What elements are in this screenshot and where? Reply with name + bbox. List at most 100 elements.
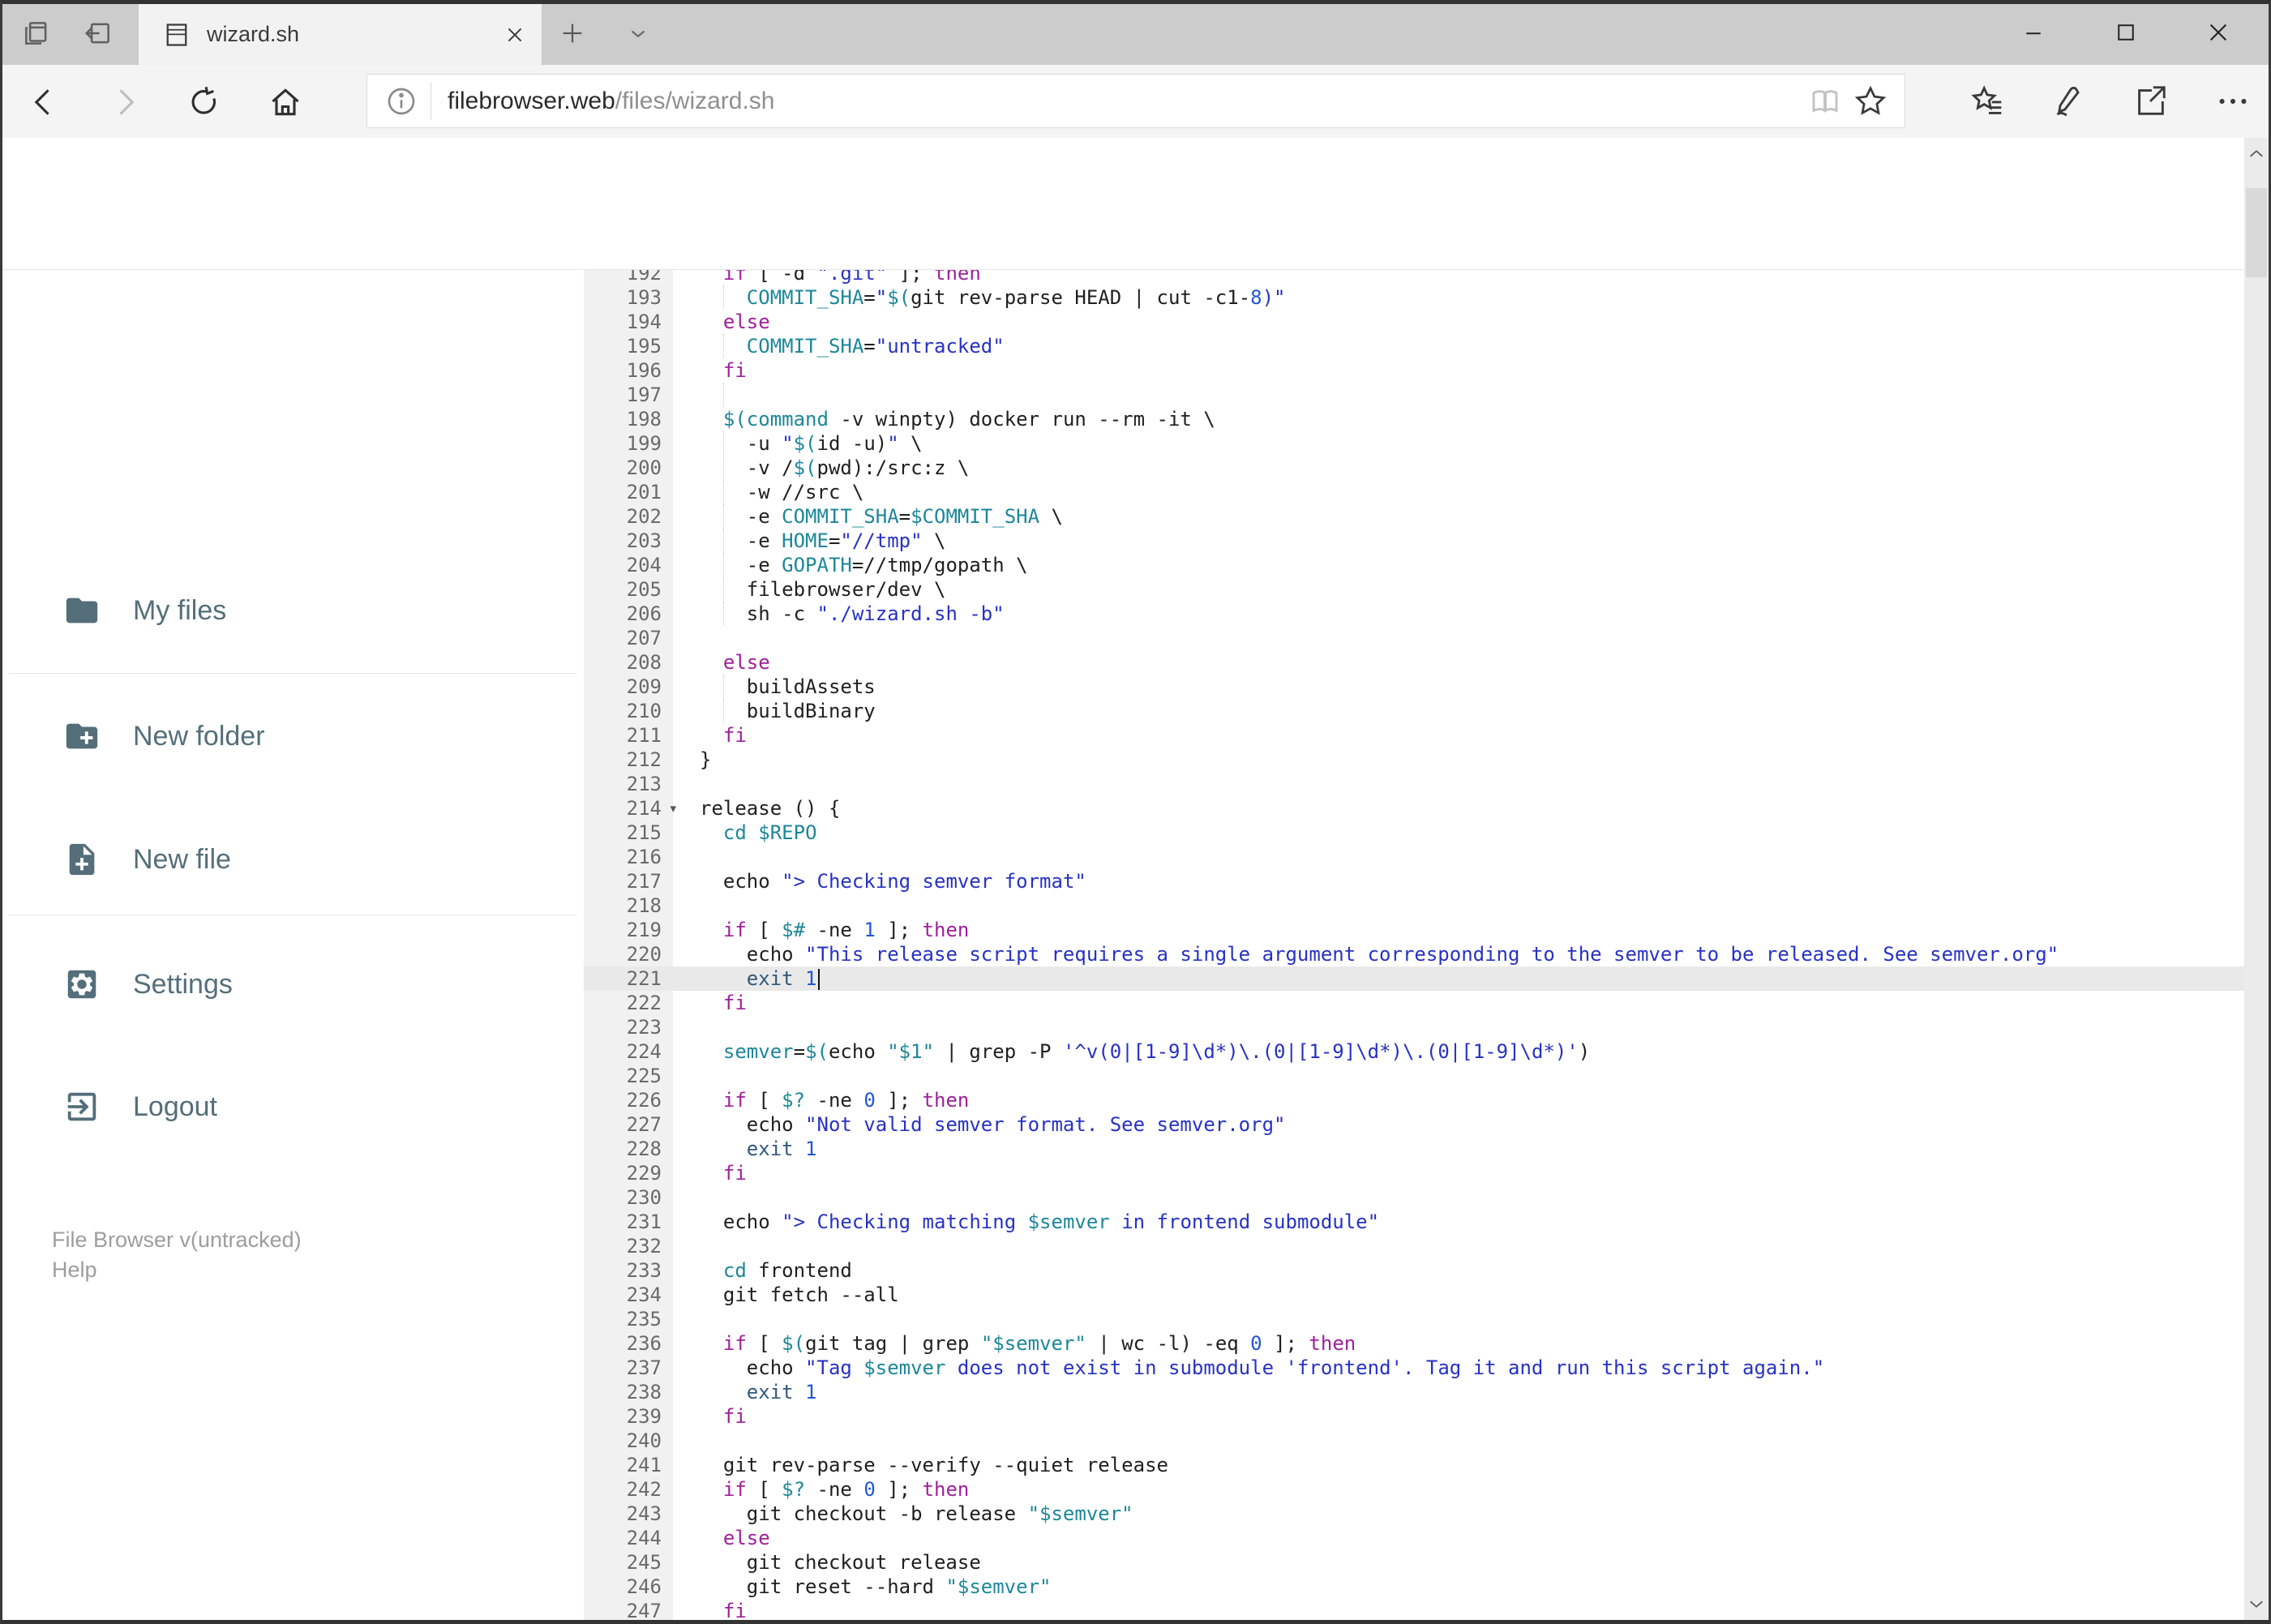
- code-line-221[interactable]: 221 exit 1: [584, 966, 2244, 991]
- code-line-218[interactable]: 218: [584, 893, 2244, 918]
- code-text: if [ $# -ne 1 ]; then: [722, 919, 970, 941]
- code-line-224[interactable]: 224 semver=$(echo "$1" | grep -P '^v(0|[…: [584, 1039, 2244, 1064]
- code-line-217[interactable]: 217 echo "> Checking semver format": [584, 869, 2244, 893]
- browser-tab[interactable]: wizard.sh: [139, 4, 542, 65]
- code-line-195[interactable]: 195 COMMIT_SHA="untracked": [584, 334, 2244, 358]
- line-number: 211: [584, 723, 673, 748]
- set-tabs-aside-icon[interactable]: [79, 15, 117, 52]
- code-line-244[interactable]: 244 else: [584, 1526, 2244, 1550]
- new-tab-button[interactable]: [554, 15, 591, 52]
- sidebar-item-new-folder[interactable]: New folder: [2, 700, 570, 773]
- code-line-242[interactable]: 242 if [ $? -ne 0 ]; then: [584, 1477, 2244, 1502]
- code-line-237[interactable]: 237 echo "Tag $semver does not exist in …: [584, 1356, 2244, 1380]
- site-info-icon[interactable]: [385, 85, 418, 118]
- scroll-down-arrow-icon[interactable]: [2244, 1588, 2269, 1620]
- code-text: cd frontend: [722, 1259, 852, 1282]
- code-line-207[interactable]: 207: [584, 626, 2244, 650]
- code-line-208[interactable]: 208 else: [584, 650, 2244, 675]
- minimize-button[interactable]: [1991, 10, 2076, 55]
- sidebar-item-new-file[interactable]: New file: [2, 823, 570, 896]
- tab-dropdown-chevron-icon[interactable]: [619, 15, 657, 52]
- favorite-star-icon[interactable]: [1848, 79, 1893, 124]
- code-line-211[interactable]: 211 fi: [584, 723, 2244, 748]
- code-line-220[interactable]: 220 echo "This release script requires a…: [584, 942, 2244, 966]
- back-button[interactable]: [19, 83, 68, 122]
- code-text: else: [722, 651, 770, 674]
- sidebar-item-logout[interactable]: Logout: [2, 1070, 570, 1143]
- code-line-232[interactable]: 232: [584, 1234, 2244, 1258]
- code-line-204[interactable]: 204 -e GOPATH=//tmp/gopath \: [584, 553, 2244, 577]
- code-line-212[interactable]: 212}: [584, 748, 2244, 772]
- page-scrollbar[interactable]: [2244, 138, 2269, 1620]
- code-line-223[interactable]: 223: [584, 1015, 2244, 1039]
- code-line-234[interactable]: 234 git fetch --all: [584, 1283, 2244, 1307]
- code-line-219[interactable]: 219 if [ $# -ne 1 ]; then: [584, 918, 2244, 942]
- code-line-194[interactable]: 194 else: [584, 310, 2244, 334]
- code-line-202[interactable]: 202 -e COMMIT_SHA=$COMMIT_SHA \: [584, 504, 2244, 529]
- scrollbar-thumb[interactable]: [2246, 188, 2267, 277]
- code-line-213[interactable]: 213: [584, 772, 2244, 796]
- code-line-245[interactable]: 245 git checkout release: [584, 1550, 2244, 1575]
- code-line-229[interactable]: 229 fi: [584, 1161, 2244, 1185]
- sidebar-divider: [9, 673, 576, 674]
- sidebar-item-label: Settings: [133, 968, 233, 1000]
- code-line-239[interactable]: 239 fi: [584, 1404, 2244, 1429]
- code-line-226[interactable]: 226 if [ $? -ne 0 ]; then: [584, 1088, 2244, 1112]
- code-line-233[interactable]: 233 cd frontend: [584, 1258, 2244, 1283]
- code-line-215[interactable]: 215 cd $REPO: [584, 821, 2244, 845]
- code-line-203[interactable]: 203 -e HOME="//tmp" \: [584, 529, 2244, 553]
- code-line-214[interactable]: 214 ▾ release () {: [584, 796, 2244, 821]
- code-line-241[interactable]: 241 git rev-parse --verify --quiet relea…: [584, 1453, 2244, 1477]
- help-link[interactable]: Help: [52, 1255, 302, 1285]
- text-cursor: [817, 969, 820, 990]
- forward-button[interactable]: [101, 83, 149, 122]
- code-line-200[interactable]: 200 -v /$(pwd):/src:z \: [584, 456, 2244, 480]
- code-editor[interactable]: 192 if [ -d ".git" ]; then 193 COMMIT_SHA…: [584, 270, 2244, 1620]
- code-line-216[interactable]: 216: [584, 845, 2244, 869]
- code-line-210[interactable]: 210 buildBinary: [584, 699, 2244, 723]
- code-line-198[interactable]: 198 $(command -v winpty) docker run --rm…: [584, 407, 2244, 431]
- code-line-236[interactable]: 236 if [ $(git tag | grep "$semver" | wc…: [584, 1331, 2244, 1356]
- code-line-225[interactable]: 225: [584, 1064, 2244, 1088]
- refresh-button[interactable]: [180, 83, 229, 122]
- code-line-197[interactable]: 197: [584, 383, 2244, 407]
- code-line-205[interactable]: 205 filebrowser/dev \: [584, 577, 2244, 602]
- code-line-227[interactable]: 227 echo "Not valid semver format. See s…: [584, 1112, 2244, 1137]
- sidebar-item-settings[interactable]: Settings: [2, 948, 570, 1021]
- code-line-230[interactable]: 230: [584, 1185, 2244, 1210]
- code-line-206[interactable]: 206 sh -c "./wizard.sh -b": [584, 602, 2244, 626]
- code-line-196[interactable]: 196 fi: [584, 358, 2244, 383]
- code-text: -w //src \: [700, 480, 864, 504]
- maximize-button[interactable]: [2084, 10, 2168, 55]
- code-line-235[interactable]: 235: [584, 1307, 2244, 1331]
- code-line-192[interactable]: 192 if [ -d ".git" ]; then: [584, 270, 2244, 285]
- tab-preview-icon[interactable]: [18, 15, 55, 52]
- code-line-240[interactable]: 240: [584, 1429, 2244, 1453]
- code-line-243[interactable]: 243 git checkout -b release "$semver": [584, 1502, 2244, 1526]
- reading-view-book-icon[interactable]: [1802, 79, 1848, 124]
- scroll-up-arrow-icon[interactable]: [2244, 138, 2269, 170]
- share-icon[interactable]: [2124, 79, 2176, 123]
- line-number: 208: [584, 650, 673, 675]
- home-button[interactable]: [261, 83, 310, 122]
- code-line-199[interactable]: 199 -u "$(id -u)" \: [584, 431, 2244, 456]
- hub-favorites-icon[interactable]: [1962, 79, 2014, 123]
- code-line-247[interactable]: 247 fi: [584, 1599, 2244, 1620]
- code-line-193[interactable]: 193 COMMIT_SHA="$(git rev-parse HEAD | c…: [584, 285, 2244, 310]
- code-text: $(command -v winpty) docker run --rm -it…: [722, 408, 1215, 431]
- code-line-246[interactable]: 246 git reset --hard "$semver": [584, 1575, 2244, 1599]
- code-line-209[interactable]: 209 buildAssets: [584, 675, 2244, 699]
- address-field[interactable]: filebrowser.web/files/wizard.sh: [366, 74, 1905, 128]
- code-lines: 192 if [ -d ".git" ]; then 193 COMMIT_SHA…: [584, 270, 2244, 1620]
- close-window-button[interactable]: [2176, 10, 2260, 55]
- code-line-228[interactable]: 228 exit 1: [584, 1137, 2244, 1161]
- code-line-201[interactable]: 201 -w //src \: [584, 480, 2244, 504]
- code-line-222[interactable]: 222 fi: [584, 991, 2244, 1015]
- code-line-231[interactable]: 231 echo "> Checking matching $semver in…: [584, 1210, 2244, 1234]
- tab-close-icon[interactable]: [495, 15, 535, 55]
- annotate-pen-icon[interactable]: [2041, 79, 2093, 123]
- code-line-238[interactable]: 238 exit 1: [584, 1380, 2244, 1404]
- more-options-dots-icon[interactable]: [2207, 79, 2259, 123]
- url-text[interactable]: filebrowser.web/files/wizard.sh: [448, 88, 1802, 115]
- sidebar-item-my-files[interactable]: My files: [2, 574, 570, 647]
